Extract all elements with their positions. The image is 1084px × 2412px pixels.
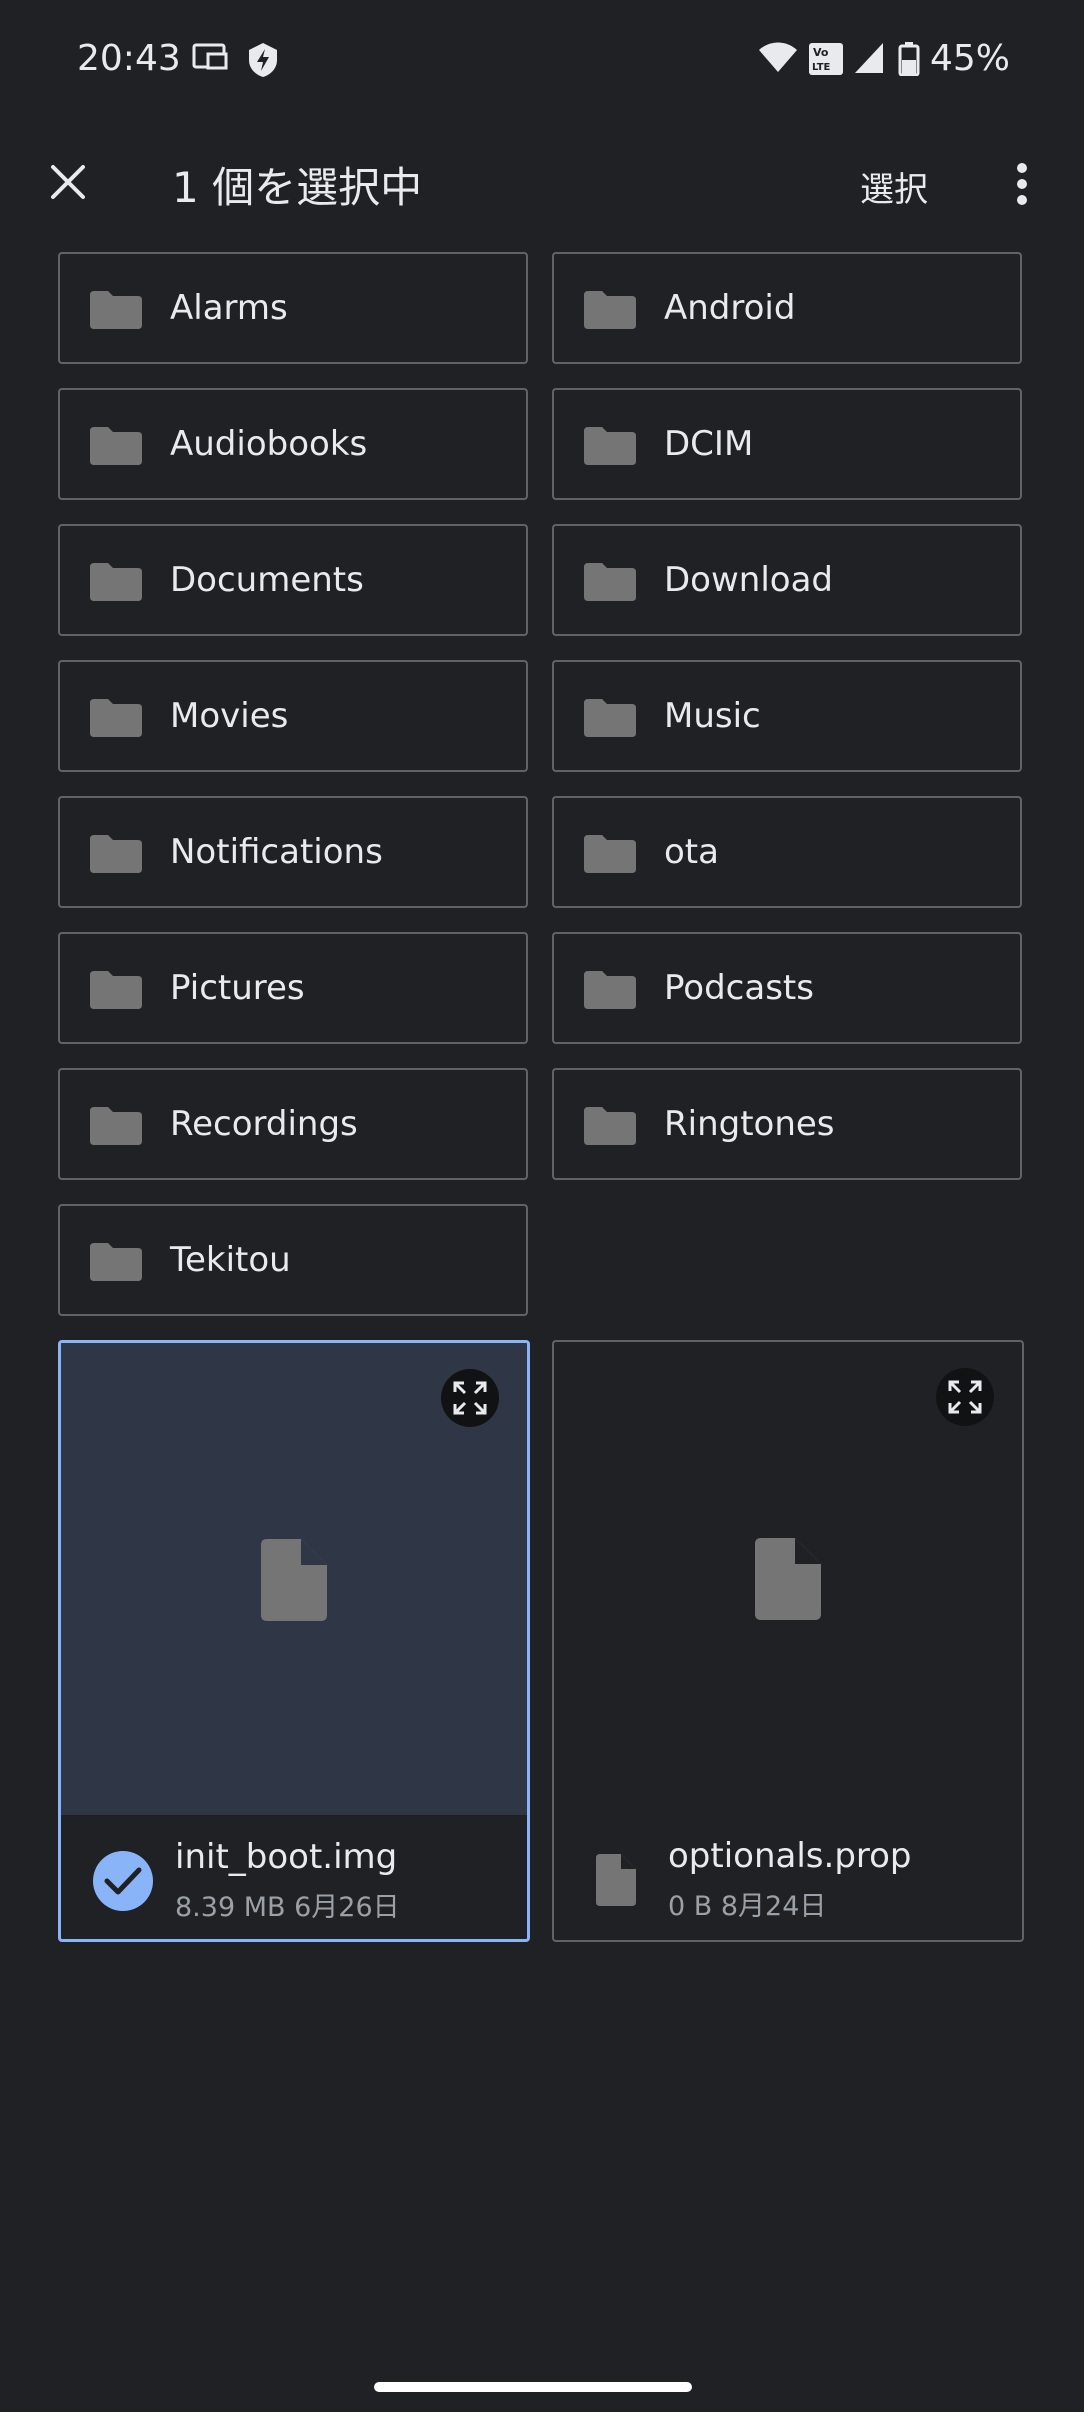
folder-label: Music (664, 696, 761, 736)
more-vert-icon (1017, 163, 1027, 205)
file-meta: 8.39 MB 6月26日 (175, 1892, 400, 1923)
file-icon (755, 1538, 821, 1620)
folder-icon (584, 971, 636, 1009)
volte-icon: Vo LTE (808, 42, 844, 80)
file-card-optionals-prop[interactable]: optionals.prop 0 B 8月24日 (552, 1340, 1024, 1942)
expand-preview-button[interactable] (936, 1368, 994, 1426)
folder-notifications[interactable]: Notifications (58, 796, 528, 908)
folder-icon (584, 1107, 636, 1145)
folder-movies[interactable]: Movies (58, 660, 528, 772)
folder-icon (90, 835, 142, 873)
svg-text:Vo: Vo (813, 46, 829, 59)
file-meta: 0 B 8月24日 (668, 1891, 827, 1922)
folder-label: Android (664, 288, 796, 328)
folder-label: Audiobooks (170, 424, 368, 464)
signal-icon (854, 42, 884, 78)
folder-label: Alarms (170, 288, 288, 328)
folder-icon (584, 291, 636, 329)
folder-icon (90, 563, 142, 601)
folder-label: Notifications (170, 832, 383, 872)
more-options-button[interactable] (998, 156, 1046, 212)
folder-label: DCIM (664, 424, 754, 464)
folder-label: Pictures (170, 968, 305, 1008)
folder-icon (584, 563, 636, 601)
folder-dcim[interactable]: DCIM (552, 388, 1022, 500)
folder-music[interactable]: Music (552, 660, 1022, 772)
folder-icon (584, 835, 636, 873)
expand-preview-button[interactable] (441, 1369, 499, 1427)
folder-icon (90, 699, 142, 737)
folder-icon (584, 427, 636, 465)
file-preview (61, 1343, 527, 1815)
folder-icon (90, 291, 142, 329)
fullscreen-icon (948, 1380, 982, 1414)
folder-podcasts[interactable]: Podcasts (552, 932, 1022, 1044)
folder-label: Download (664, 560, 834, 600)
battery-percentage: 45% (930, 38, 1011, 79)
folder-label: Podcasts (664, 968, 814, 1008)
folder-ringtones[interactable]: Ringtones (552, 1068, 1022, 1180)
folder-documents[interactable]: Documents (58, 524, 528, 636)
folder-icon (90, 427, 142, 465)
file-card-init-boot[interactable]: init_boot.img 8.39 MB 6月26日 (58, 1340, 530, 1942)
cast-icon (192, 42, 230, 76)
folder-pictures[interactable]: Pictures (58, 932, 528, 1044)
close-icon (51, 165, 85, 199)
folder-label: Movies (170, 696, 289, 736)
close-button[interactable] (40, 154, 96, 210)
fullscreen-icon (453, 1381, 487, 1415)
folder-label: Ringtones (664, 1104, 835, 1144)
file-type-icon (596, 1854, 636, 1906)
folder-ota[interactable]: ota (552, 796, 1022, 908)
folder-android[interactable]: Android (552, 252, 1022, 364)
folder-icon (90, 1243, 142, 1281)
status-time: 20:43 (77, 38, 181, 79)
shield-bolt-icon (246, 42, 280, 82)
file-info: init_boot.img 8.39 MB 6月26日 (61, 1815, 527, 1939)
file-name: optionals.prop (668, 1836, 912, 1876)
folder-icon (90, 971, 142, 1009)
folder-label: Recordings (170, 1104, 358, 1144)
file-info: optionals.prop 0 B 8月24日 (554, 1814, 1022, 1940)
folder-label: Tekitou (170, 1240, 291, 1280)
status-bar: 20:43 Vo LTE 45% (0, 0, 1084, 126)
folder-download[interactable]: Download (552, 524, 1022, 636)
wifi-icon (758, 42, 798, 78)
folder-label: Documents (170, 560, 364, 600)
file-preview (554, 1342, 1022, 1814)
svg-text:LTE: LTE (812, 62, 831, 73)
select-button[interactable]: 選択 (860, 162, 928, 211)
folder-icon (90, 1107, 142, 1145)
app-bar: 1 個を選択中 選択 (0, 126, 1084, 246)
file-name: init_boot.img (175, 1837, 398, 1877)
file-icon (261, 1539, 327, 1621)
folder-audiobooks[interactable]: Audiobooks (58, 388, 528, 500)
folder-icon (584, 699, 636, 737)
folder-alarms[interactable]: Alarms (58, 252, 528, 364)
battery-icon (898, 42, 920, 80)
folder-recordings[interactable]: Recordings (58, 1068, 528, 1180)
selected-check-icon[interactable] (93, 1851, 153, 1911)
folder-tekitou[interactable]: Tekitou (58, 1204, 528, 1316)
selection-title: 1 個を選択中 (172, 163, 423, 212)
gesture-navigation-bar[interactable] (374, 2382, 692, 2392)
folder-label: ota (664, 832, 719, 872)
